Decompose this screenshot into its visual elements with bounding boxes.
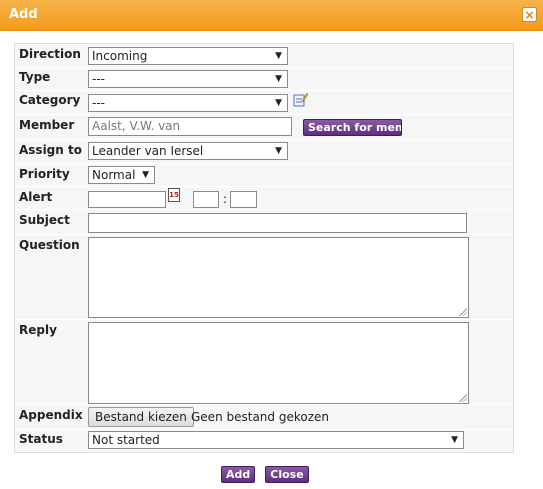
edit-note-icon[interactable] [293,92,308,107]
priority-label: Priority [19,167,70,181]
direction-select[interactable]: Incoming ▼ [88,47,288,65]
resize-grip-icon[interactable] [459,308,467,316]
category-select[interactable]: --- ▼ [88,94,288,112]
chevron-down-icon: ▼ [275,98,282,108]
time-separator: : [223,192,228,206]
file-status-text: Geen bestand gekozen [191,410,329,424]
chevron-down-icon: ▼ [142,170,149,180]
row-status: Status Not started ▼ [15,429,513,452]
alert-label: Alert [19,190,53,204]
alert-date-field[interactable] [88,191,166,208]
row-assign-to: Assign to Leander van Iersel ▼ [15,139,513,164]
question-label: Question [19,238,80,252]
category-label: Category [19,93,81,107]
dialog-title: Add [9,7,38,22]
question-textarea[interactable] [88,237,469,318]
add-button[interactable]: Add [221,466,255,483]
row-type: Type --- ▼ [15,67,513,91]
dialog-titlebar: Add × [0,0,543,31]
row-alert: Alert 15 : [15,186,513,210]
chevron-down-icon: ▼ [275,74,282,84]
chevron-down-icon: ▼ [275,51,282,61]
subject-field[interactable] [88,213,467,233]
assign-to-value: Leander van Iersel [92,144,204,158]
chevron-down-icon: ▼ [275,146,282,156]
row-subject: Subject [15,209,513,235]
member-field[interactable]: Aalst, V.W. van [88,117,292,136]
assign-to-select[interactable]: Leander van Iersel ▼ [88,142,288,160]
direction-value: Incoming [92,49,148,63]
reply-label: Reply [19,323,57,337]
row-direction: Direction Incoming ▼ [15,44,513,68]
resize-grip-icon[interactable] [459,394,467,402]
alert-minute-field[interactable] [230,191,257,208]
alert-hour-field[interactable] [193,191,219,208]
status-label: Status [19,432,63,446]
direction-label: Direction [19,47,81,61]
row-category: Category --- ▼ [15,90,513,115]
row-member: Member Aalst, V.W. van Search for memb [15,114,513,140]
add-form: Direction Incoming ▼ Type --- ▼ Category… [14,43,514,453]
subject-label: Subject [19,213,70,227]
appendix-label: Appendix [19,408,83,422]
type-value: --- [92,72,105,86]
row-reply: Reply [15,319,513,405]
status-value: Not started [92,433,160,447]
close-button[interactable]: Close [265,466,309,483]
category-value: --- [92,96,105,110]
row-appendix: Appendix Bestand kiezen Geen bestand gek… [15,404,513,430]
row-priority: Priority Normal ▼ [15,163,513,187]
chevron-down-icon: ▼ [451,435,458,445]
member-label: Member [19,118,75,132]
type-label: Type [19,70,51,84]
row-question: Question [15,234,513,320]
search-member-button[interactable]: Search for memb [303,119,402,136]
calendar-icon[interactable]: 15 [168,188,180,202]
type-select[interactable]: --- ▼ [88,70,288,88]
assign-to-label: Assign to [19,143,82,157]
choose-file-button[interactable]: Bestand kiezen [88,407,194,427]
priority-value: Normal [92,168,136,182]
close-icon[interactable]: × [522,7,537,22]
reply-textarea[interactable] [88,322,469,404]
priority-select[interactable]: Normal ▼ [88,166,155,184]
status-select[interactable]: Not started ▼ [88,431,464,449]
